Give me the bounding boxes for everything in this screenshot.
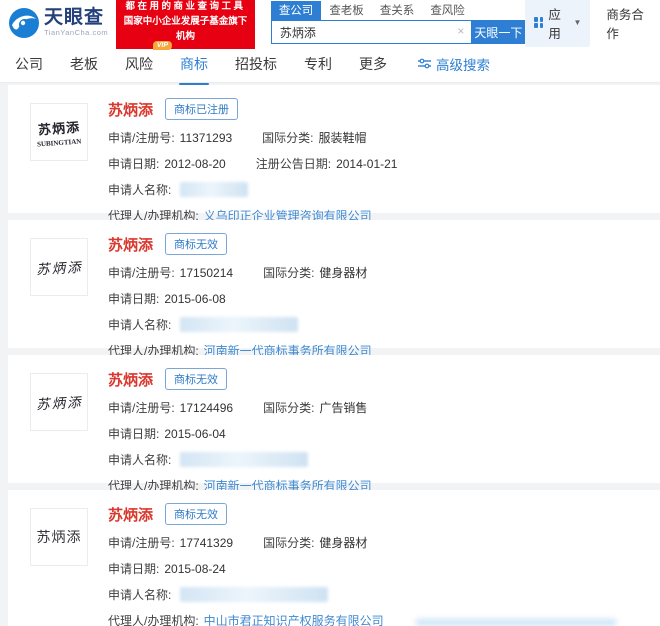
trademark-result-card: 苏炳添 苏炳添 商标无效 申请/注册号: 17124496 国际分类: 广告销售… — [8, 355, 660, 483]
header-right: 应用 ▼ 商务合作 — [525, 0, 650, 47]
eye-logo-icon — [8, 7, 40, 39]
class-label: 国际分类: — [262, 129, 313, 146]
reg-no-label: 申请/注册号: — [108, 129, 175, 146]
reg-no-label: 申请/注册号: — [108, 399, 175, 416]
top-header: 天眼查 TianYanCha.com 都在用的商业查询工具 国家中小企业发展子基… — [0, 0, 660, 45]
search-box: × 天眼一下 — [271, 20, 526, 44]
apply-date-value: 2015-06-04 — [164, 427, 225, 441]
trademark-status-badge: 商标无效 — [165, 503, 227, 525]
trademark-thumbnail[interactable]: 苏炳添 — [30, 373, 88, 431]
category-nav: 公司 老板 风险 VIP 商标 招投标 专利 更多 高级搜索 — [0, 45, 660, 83]
search-button[interactable]: 天眼一下 — [471, 20, 525, 44]
trademark-thumb-subtext: SUBINGTIAN — [37, 137, 82, 148]
apps-menu-button[interactable]: 应用 ▼ — [525, 0, 590, 47]
reg-no-label: 申请/注册号: — [108, 264, 175, 281]
vip-badge: VIP — [153, 41, 172, 51]
trademark-thumb-text: 苏炳添 — [37, 527, 82, 547]
pub-date-value: 2014-01-21 — [336, 157, 397, 171]
class-value: 健身器材 — [319, 264, 367, 281]
tianyancha-logo[interactable]: 天眼查 TianYanCha.com — [8, 7, 108, 39]
search-tab-relation[interactable]: 查关系 — [372, 1, 423, 20]
nav-item-boss[interactable]: 老板 — [68, 52, 100, 76]
applicant-name-redacted — [180, 452, 308, 467]
reg-no-value: 17741329 — [180, 536, 233, 550]
reg-no-label: 申请/注册号: — [108, 534, 175, 551]
apply-date-label: 申请日期: — [108, 425, 159, 442]
apply-date-label: 申请日期: — [108, 155, 159, 172]
business-cooperation-link[interactable]: 商务合作 — [606, 4, 650, 42]
reg-no-value: 17150214 — [180, 266, 233, 280]
clear-search-icon[interactable]: × — [457, 24, 464, 38]
reg-no-value: 17124496 — [180, 401, 233, 415]
applicant-label: 申请人名称: — [108, 451, 171, 468]
trademark-status-badge: 商标无效 — [165, 233, 227, 255]
apply-date-value: 2012-08-20 — [164, 157, 225, 171]
trademark-thumb-text: 苏炳添 — [35, 256, 82, 278]
nav-item-risk-label: 风险 — [125, 56, 153, 72]
applicant-name-redacted — [180, 182, 248, 197]
nav-item-patent[interactable]: 专利 — [302, 52, 334, 76]
trademark-status-badge: 商标无效 — [165, 368, 227, 390]
trademark-thumb-text: 苏炳添 — [35, 391, 82, 413]
apply-date-value: 2015-06-08 — [164, 292, 225, 306]
trademark-thumbnail[interactable]: 苏炳添 — [30, 238, 88, 296]
apply-date-label: 申请日期: — [108, 560, 159, 577]
trademark-status-badge: 商标已注册 — [165, 98, 238, 120]
search-tab-company[interactable]: 查公司 — [271, 1, 322, 20]
search-tab-risk[interactable]: 查风险 — [422, 1, 473, 20]
promo-banner-line2: 国家中小企业发展子基金旗下机构 — [121, 15, 250, 44]
applicant-label: 申请人名称: — [108, 586, 171, 603]
pub-date-group: 注册公告日期: 2014-01-21 — [226, 155, 398, 172]
trademark-thumb-text: 苏炳添 — [37, 116, 80, 138]
class-value: 广告销售 — [319, 399, 367, 416]
reg-no-value: 11371293 — [180, 131, 233, 145]
filter-sliders-icon — [418, 58, 431, 69]
promo-banner-line1: 都在用的商业查询工具 — [121, 0, 250, 15]
class-value: 服装鞋帽 — [319, 129, 367, 146]
search-input[interactable] — [271, 20, 472, 44]
trademark-name-link[interactable]: 苏炳添 — [108, 234, 153, 255]
apply-date-label: 申请日期: — [108, 290, 159, 307]
trademark-name-link[interactable]: 苏炳添 — [108, 99, 153, 120]
trademark-thumbnail[interactable]: 苏炳添 — [30, 508, 88, 566]
apps-grid-icon — [534, 17, 543, 28]
search-type-tabs: 查公司 查老板 查关系 查风险 — [271, 1, 526, 20]
promo-banner: 都在用的商业查询工具 国家中小企业发展子基金旗下机构 — [116, 0, 255, 49]
apps-label: 应用 — [548, 4, 568, 42]
applicant-label: 申请人名称: — [108, 316, 171, 333]
trademark-name-link[interactable]: 苏炳添 — [108, 369, 153, 390]
trademark-name-link[interactable]: 苏炳添 — [108, 504, 153, 525]
results-list: 苏炳添 SUBINGTIAN 苏炳添 商标已注册 申请/注册号: 1137129… — [0, 83, 660, 626]
advanced-search-link[interactable]: 高级搜索 — [418, 54, 490, 74]
logo-title: 天眼查 — [44, 8, 108, 27]
applicant-name-redacted — [180, 587, 328, 602]
trademark-result-card: 苏炳添 SUBINGTIAN 苏炳添 商标已注册 申请/注册号: 1137129… — [8, 85, 660, 213]
applicant-label: 申请人名称: — [108, 181, 171, 198]
search-tab-boss[interactable]: 查老板 — [321, 1, 372, 20]
applicant-name-redacted — [180, 317, 298, 332]
nav-item-company[interactable]: 公司 — [13, 52, 45, 76]
pub-date-label: 注册公告日期: — [256, 155, 331, 172]
nav-item-risk[interactable]: 风险 VIP — [123, 52, 155, 76]
nav-item-trademark[interactable]: 商标 — [178, 52, 210, 76]
class-label: 国际分类: — [263, 534, 314, 551]
agent-label: 代理人/办理机构: — [108, 612, 199, 626]
trademark-result-card: 苏炳添 苏炳添 商标无效 申请/注册号: 17741329 国际分类: 健身器材… — [8, 490, 660, 626]
apply-date-value: 2015-08-24 — [164, 562, 225, 576]
agent-company-link[interactable]: 中山市君正知识产权服务有限公司 — [204, 612, 384, 626]
chevron-down-icon: ▼ — [574, 18, 582, 27]
nav-item-bidding[interactable]: 招投标 — [233, 52, 279, 76]
class-value: 健身器材 — [319, 534, 367, 551]
trademark-result-card: 苏炳添 苏炳添 商标无效 申请/注册号: 17150214 国际分类: 健身器材… — [8, 220, 660, 348]
trademark-thumbnail[interactable]: 苏炳添 SUBINGTIAN — [30, 103, 88, 161]
class-label: 国际分类: — [263, 399, 314, 416]
search-area: 查公司 查老板 查关系 查风险 × 天眼一下 — [271, 1, 526, 44]
logo-domain: TianYanCha.com — [44, 29, 108, 37]
nav-item-more[interactable]: 更多 — [357, 52, 389, 76]
class-label: 国际分类: — [263, 264, 314, 281]
advanced-search-label: 高级搜索 — [436, 54, 490, 74]
